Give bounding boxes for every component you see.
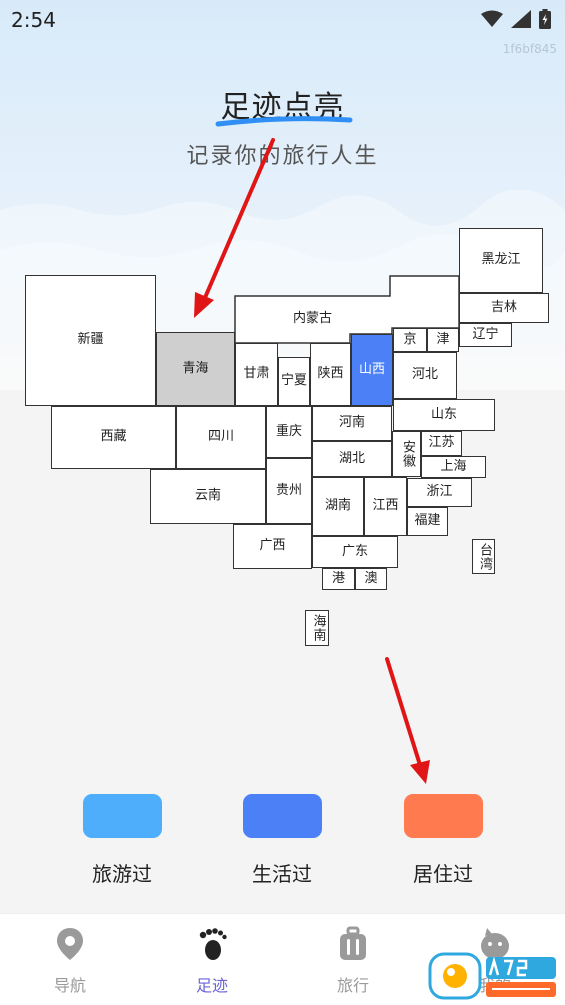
province-jiangxi[interactable]: 江西	[364, 477, 407, 536]
province-guangxi[interactable]: 广西	[233, 524, 312, 569]
luggage-icon	[340, 926, 366, 960]
legend-label-traveled: 旅游过	[92, 862, 152, 886]
province-shandong[interactable]: 山东	[393, 399, 495, 431]
footprint-icon	[199, 928, 227, 960]
province-macau[interactable]: 澳	[355, 568, 387, 590]
nav-label-navigation: 导航	[53, 976, 86, 995]
province-shanghai[interactable]: 上海	[421, 456, 486, 478]
legend-label-resided: 居住过	[413, 862, 473, 886]
site-logo-962	[428, 952, 556, 1000]
nav-label-footprint: 足迹	[195, 976, 228, 995]
province-hebei[interactable]: 河北	[393, 352, 457, 399]
nav-item-navigation[interactable]: 导航	[20, 914, 120, 1005]
location-pin-icon	[57, 928, 83, 960]
province-qinghai[interactable]: 青海	[156, 332, 235, 406]
nav-item-footprint[interactable]: 足迹	[162, 914, 262, 1005]
province-hainan[interactable]: 海南	[305, 610, 329, 646]
province-beijing[interactable]: 京	[393, 328, 427, 352]
province-heilongjiang[interactable]: 黑龙江	[459, 228, 543, 293]
legend-resided[interactable]: 居住过	[383, 794, 503, 887]
province-taiwan[interactable]: 台湾	[472, 539, 495, 574]
province-anhui[interactable]: 安徽	[392, 431, 421, 477]
province-yunnan[interactable]: 云南	[150, 469, 266, 524]
legend-swatch-lived[interactable]	[242, 794, 322, 838]
nav-label-travel: 旅行	[336, 976, 369, 995]
province-henan[interactable]: 河南	[312, 406, 392, 441]
legend-lived[interactable]: 生活过	[222, 794, 342, 887]
province-zhejiang[interactable]: 浙江	[407, 478, 472, 507]
province-guangdong[interactable]: 广东	[312, 536, 398, 568]
province-xinjiang[interactable]: 新疆	[25, 275, 156, 406]
china-province-map: 内蒙古 新疆 青海 甘肃 宁夏 陕西 山西 黑龙江 吉林 辽宁 京 津 河北 山…	[0, 0, 565, 700]
province-ningxia[interactable]: 宁夏	[278, 357, 310, 406]
province-guizhou[interactable]: 贵州	[266, 458, 312, 524]
province-shanxi[interactable]: 山西	[351, 334, 393, 406]
legend-traveled[interactable]: 旅游过	[62, 794, 182, 887]
province-jiangsu[interactable]: 江苏	[421, 431, 462, 456]
province-jilin[interactable]: 吉林	[459, 293, 549, 323]
province-hubei[interactable]: 湖北	[312, 441, 392, 477]
province-shaanxi[interactable]: 陕西	[310, 343, 351, 406]
legend-swatch-resided[interactable]	[403, 794, 483, 838]
province-hunan[interactable]: 湖南	[312, 477, 364, 536]
nav-item-travel[interactable]: 旅行	[303, 914, 403, 1005]
legend-label-lived: 生活过	[252, 862, 312, 886]
province-gansu[interactable]: 甘肃	[235, 343, 278, 406]
province-liaoning[interactable]: 辽宁	[459, 323, 512, 347]
province-fujian[interactable]: 福建	[407, 507, 448, 536]
province-xizang[interactable]: 西藏	[51, 406, 176, 469]
legend-swatch-traveled[interactable]	[82, 794, 162, 838]
province-hongkong[interactable]: 港	[322, 568, 355, 590]
province-sichuan[interactable]: 四川	[176, 406, 266, 469]
province-tianjin[interactable]: 津	[427, 328, 459, 352]
province-chongqing[interactable]: 重庆	[266, 406, 312, 458]
